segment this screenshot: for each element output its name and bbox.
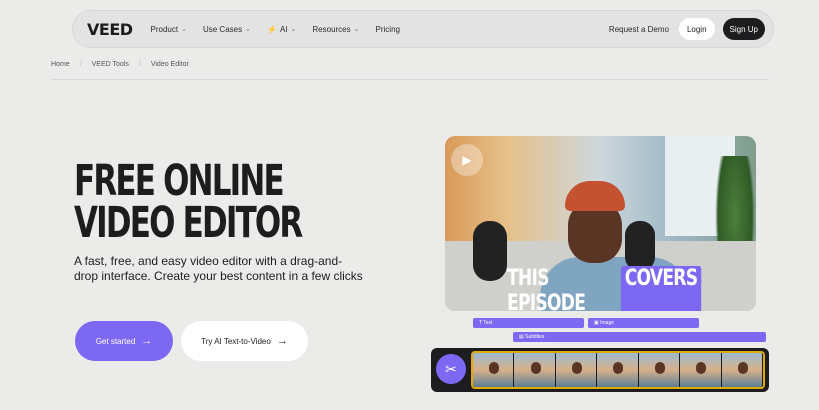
microphone [473,221,507,281]
subtitles-track[interactable]: ▤ Subtitles [513,332,766,342]
clip-frame [473,353,515,387]
clip-frame [514,353,556,387]
nav-item-ai[interactable]: ⚡ AI ⌄ [267,25,296,34]
arrow-right-icon: → [276,335,288,347]
nav-item-label: Product [150,24,179,34]
nav-item-label: Resources [312,24,351,34]
microphone [625,221,655,271]
nav-item-label: Pricing [375,24,400,34]
divider [51,79,769,80]
button-label: Try AI Text-to-Video [201,336,271,346]
page-title: FREE ONLINE VIDEO EDITOR [74,156,303,248]
breadcrumb-veed-tools[interactable]: VEED Tools [92,61,129,68]
caption-text: THIS EPISODE [507,266,586,311]
top-nav: VEED Product ⌄ Use Cases ⌄ ⚡ AI ⌄ Resour… [72,10,774,48]
hero-subtitle: A fast, free, and easy video editor with… [74,254,363,283]
nav-item-use-cases[interactable]: Use Cases ⌄ [203,25,251,34]
breadcrumb-video-editor[interactable]: Video Editor [151,61,189,68]
track-label: Text [483,320,493,326]
subtitle-caption: THIS EPISODE COVERS [507,266,702,311]
clip-frame [555,353,598,387]
caption-highlight: COVERS [620,266,702,311]
veed-logo[interactable]: VEED [87,20,133,39]
chevron-down-icon: ⌄ [181,26,187,33]
chevron-down-icon: ⌄ [290,26,297,33]
get-started-button[interactable]: Get started → [75,321,173,361]
image-track[interactable]: ▣ Image [588,318,699,328]
breadcrumb-home[interactable]: Home [51,61,70,68]
button-label: Get started [95,336,136,346]
arrow-right-icon: → [141,335,153,347]
lightning-icon: ⚡ [266,24,277,34]
breadcrumb-separator: / [79,61,82,68]
chevron-down-icon: ⌄ [245,26,251,33]
nav-item-resources[interactable]: Resources ⌄ [312,25,359,34]
ai-text-to-video-button[interactable]: Try AI Text-to-Video → [181,321,308,361]
request-demo-link[interactable]: Request a Demo [609,25,669,34]
video-timeline[interactable]: ✂ [431,348,769,392]
clip-frame [721,353,763,387]
clip-frame [638,353,681,387]
clip-frame [680,353,722,387]
nav-item-product[interactable]: Product ⌄ [151,25,187,34]
signup-button[interactable]: Sign Up [722,18,765,40]
breadcrumb-separator: / [138,61,141,68]
nav-actions: Request a Demo Login Sign Up [609,18,765,40]
nav-item-label: Use Cases [202,24,243,34]
track-label: Subtitles [525,334,545,340]
video-clip-strip[interactable] [471,351,765,389]
text-track[interactable]: T Text [473,318,584,328]
play-icon[interactable]: ▶ [451,144,483,176]
nav-item-pricing[interactable]: Pricing [376,25,400,34]
breadcrumb: Home / VEED Tools / Video Editor [51,61,199,68]
video-preview[interactable]: ▶ THIS EPISODE COVERS [445,136,756,311]
clip-frame [597,353,639,387]
nav-item-label: AI [279,24,288,34]
chevron-down-icon: ⌄ [353,26,360,33]
scissors-icon[interactable]: ✂ [436,354,466,384]
track-label: Image [600,320,615,326]
login-button[interactable]: Login [678,18,715,40]
